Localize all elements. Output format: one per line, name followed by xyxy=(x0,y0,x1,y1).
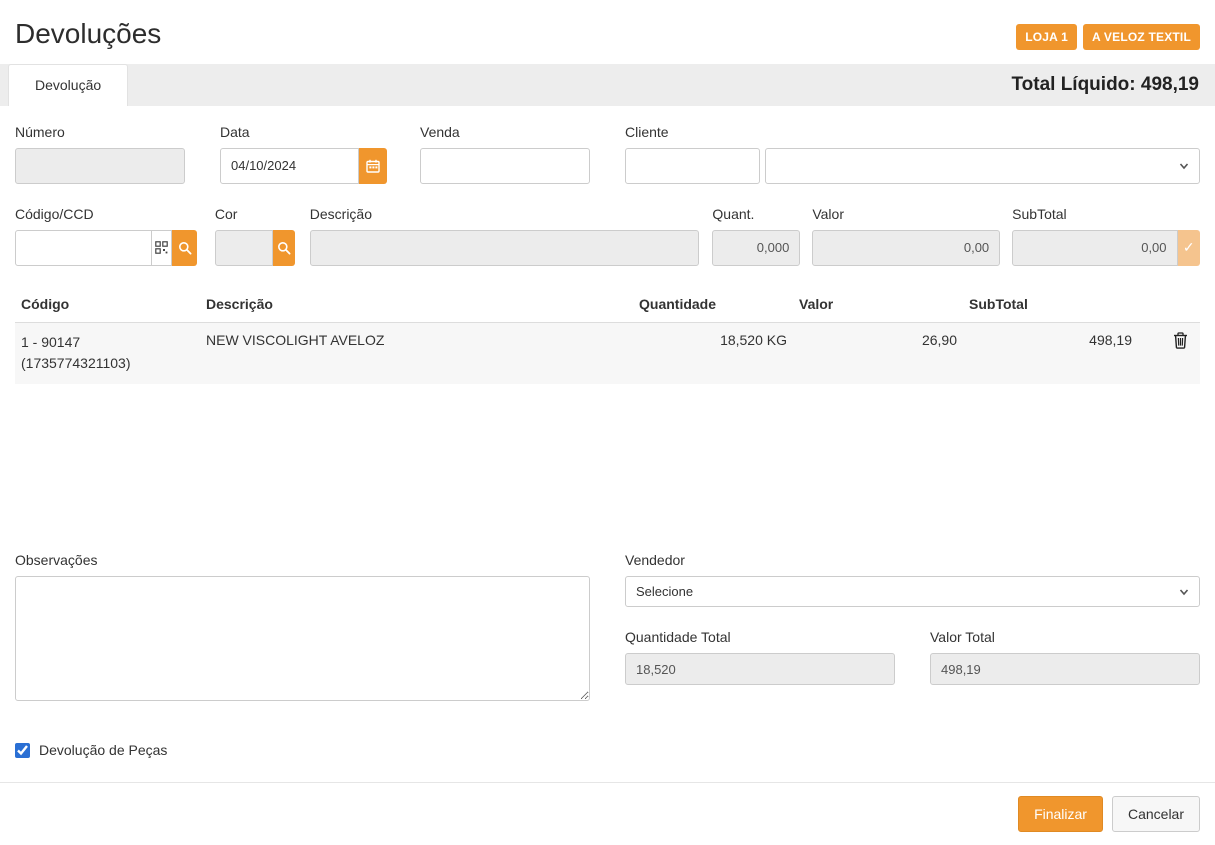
col-header-actions xyxy=(1138,286,1200,323)
numero-label: Número xyxy=(15,124,185,140)
venda-field[interactable] xyxy=(420,148,590,184)
page-title: Devoluções xyxy=(15,18,161,50)
devolucao-pecas-checkbox[interactable] xyxy=(15,743,30,758)
form-row-1: Número Data Venda Client xyxy=(15,124,1200,184)
subtotal-field xyxy=(1012,230,1177,266)
table-row: 1 - 90147 (1735774321103) NEW VISCOLIGHT… xyxy=(15,322,1200,384)
devolucao-pecas-row: Devolução de Peças xyxy=(15,742,1200,758)
col-header-valor: Valor xyxy=(793,286,963,323)
numero-field xyxy=(15,148,185,184)
codigo-search-button[interactable] xyxy=(172,230,196,266)
totals-row: Quantidade Total Valor Total xyxy=(625,629,1200,685)
cor-label: Cor xyxy=(215,206,295,222)
quant-label: Quant. xyxy=(712,206,800,222)
search-icon xyxy=(178,241,192,255)
col-header-codigo: Código xyxy=(15,286,200,323)
confirm-item-button[interactable]: ✓ xyxy=(1178,230,1200,266)
item-codigo-cell: 1 - 90147 (1735774321103) xyxy=(15,322,200,384)
cliente-select-spacer xyxy=(765,124,1200,140)
total-liquido-text: Total Líquido: 498,19 xyxy=(1011,64,1215,106)
observacoes-textarea[interactable] xyxy=(15,576,590,701)
search-icon xyxy=(277,241,291,255)
descricao-field xyxy=(310,230,700,266)
footer-actions: Finalizar Cancelar xyxy=(0,782,1215,845)
cor-field xyxy=(215,230,274,266)
venda-label: Venda xyxy=(420,124,590,140)
header-badges: LOJA 1 A VELOZ TEXTIL xyxy=(1016,18,1200,50)
calendar-button[interactable] xyxy=(359,148,387,184)
company-badge: A VELOZ TEXTIL xyxy=(1083,24,1200,50)
col-header-quantidade: Quantidade xyxy=(633,286,793,323)
item-descricao: NEW VISCOLIGHT AVELOZ xyxy=(200,322,633,384)
cancelar-button[interactable]: Cancelar xyxy=(1112,796,1200,832)
devolucoes-page: Devoluções LOJA 1 A VELOZ TEXTIL Devoluç… xyxy=(0,0,1215,845)
item-valor: 26,90 xyxy=(793,322,963,384)
quant-field xyxy=(712,230,800,266)
data-label: Data xyxy=(220,124,387,140)
store-badge: LOJA 1 xyxy=(1016,24,1077,50)
item-codigo: 1 - 90147 xyxy=(21,332,194,354)
codigo-ccd-field[interactable] xyxy=(15,230,152,266)
vendedor-select-value: Selecione xyxy=(636,584,693,599)
devolucao-pecas-label[interactable]: Devolução de Peças xyxy=(39,742,167,758)
barcode-scan-button[interactable] xyxy=(152,230,172,266)
page-header: Devoluções LOJA 1 A VELOZ TEXTIL xyxy=(0,0,1215,64)
item-actions-cell xyxy=(1138,322,1200,384)
cor-search-button[interactable] xyxy=(273,230,294,266)
data-field[interactable] xyxy=(220,148,359,184)
valor-total-field xyxy=(930,653,1200,685)
vendedor-label: Vendedor xyxy=(625,552,1200,568)
delete-item-button[interactable] xyxy=(1167,332,1194,349)
valor-total-label: Valor Total xyxy=(930,629,1200,645)
main-content: Número Data Venda Client xyxy=(0,106,1215,758)
codigo-ccd-label: Código/CCD xyxy=(15,206,197,222)
col-header-descricao: Descrição xyxy=(200,286,633,323)
cliente-select[interactable] xyxy=(765,148,1200,184)
barcode-icon xyxy=(155,241,168,254)
items-table: Código Descrição Quantidade Valor SubTot… xyxy=(15,286,1200,384)
valor-label: Valor xyxy=(812,206,1000,222)
subtotal-label: SubTotal xyxy=(1012,206,1200,222)
form-row-2: Código/CCD Cor xyxy=(15,206,1200,266)
items-table-header-row: Código Descrição Quantidade Valor SubTot… xyxy=(15,286,1200,323)
valor-field xyxy=(812,230,1000,266)
vendedor-select[interactable]: Selecione xyxy=(625,576,1200,607)
item-quantidade: 18,520 KG xyxy=(633,322,793,384)
check-icon: ✓ xyxy=(1183,239,1195,256)
item-subtotal: 498,19 xyxy=(963,322,1138,384)
chevron-down-icon xyxy=(1179,587,1189,597)
finalizar-button[interactable]: Finalizar xyxy=(1018,796,1103,832)
tab-strip: Devolução Total Líquido: 498,19 xyxy=(0,64,1215,106)
descricao-label: Descrição xyxy=(310,206,700,222)
trash-icon xyxy=(1173,332,1188,349)
bottom-section: Observações Vendedor Selecione Quantidad… xyxy=(15,552,1200,706)
observacoes-label: Observações xyxy=(15,552,590,568)
chevron-down-icon xyxy=(1179,161,1189,171)
cliente-label: Cliente xyxy=(625,124,760,140)
item-ccd: (1735774321103) xyxy=(21,353,194,375)
quantidade-total-label: Quantidade Total xyxy=(625,629,895,645)
col-header-subtotal: SubTotal xyxy=(963,286,1138,323)
quantidade-total-field xyxy=(625,653,895,685)
tab-devolucao[interactable]: Devolução xyxy=(8,64,128,106)
calendar-icon xyxy=(366,159,380,173)
cliente-field[interactable] xyxy=(625,148,760,184)
